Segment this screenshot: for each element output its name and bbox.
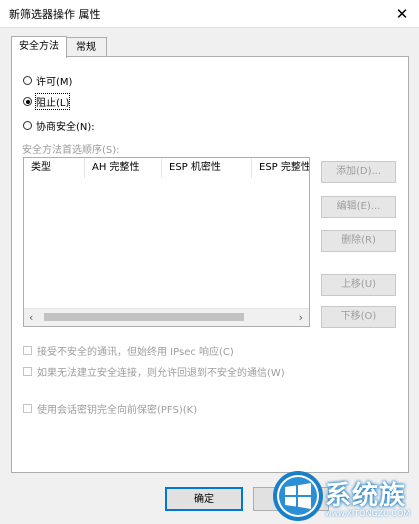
close-icon: ✕: [395, 4, 409, 23]
radio-block[interactable]: 阻止(L): [23, 93, 71, 110]
checkbox-accept-unsecured-label: 接受不安全的通讯，但始终用 IPsec 响应(C): [37, 347, 234, 358]
watermark-url: www.XITONGZU.COM: [325, 509, 411, 518]
radio-block-indicator[interactable]: [23, 97, 32, 106]
window-title: 新筛选器操作 属性: [9, 8, 101, 21]
windows-logo-icon: [273, 471, 323, 521]
title-bar: 新筛选器操作 属性 ✕: [0, 0, 419, 28]
radio-permit-indicator[interactable]: [23, 76, 32, 85]
horizontal-scrollbar[interactable]: ‹ ›: [24, 308, 309, 326]
delete-button[interactable]: 删除(R): [321, 230, 396, 252]
checkbox-allow-fallback[interactable]: 如果无法建立安全连接，则允许回退到不安全的通信(W): [23, 364, 285, 379]
scroll-left-icon[interactable]: ‹: [29, 311, 33, 324]
tab-general[interactable]: 常规: [65, 37, 107, 57]
radio-negotiate[interactable]: 协商安全(N):: [23, 118, 95, 133]
scroll-right-icon[interactable]: ›: [299, 311, 303, 324]
checkbox-accept-unsecured[interactable]: 接受不安全的通讯，但始终用 IPsec 响应(C): [23, 343, 234, 358]
ok-button[interactable]: 确定: [165, 487, 243, 511]
checkbox-allow-fallback-box[interactable]: [23, 367, 32, 376]
radio-permit-label: 许可(M): [36, 77, 73, 88]
move-up-button[interactable]: 上移(U): [321, 274, 396, 296]
security-methods-list[interactable]: 类型 AH 完整性 ESP 机密性 ESP 完整性 ‹ ›: [23, 157, 310, 327]
watermark-logo: 系统族 www.XITONGZU.COM: [272, 468, 419, 524]
security-method-order-label: 安全方法首选顺序(S):: [22, 145, 120, 156]
column-header-esp-integrity[interactable]: ESP 完整性: [252, 158, 309, 178]
scrollbar-thumb[interactable]: [44, 313, 244, 321]
radio-negotiate-indicator[interactable]: [23, 121, 32, 130]
column-header-esp-confidentiality[interactable]: ESP 机密性: [162, 158, 252, 178]
radio-permit[interactable]: 许可(M): [23, 73, 72, 88]
radio-negotiate-label: 协商安全(N):: [36, 122, 95, 133]
radio-block-label: 阻止(L): [34, 93, 71, 110]
column-header-ah-integrity[interactable]: AH 完整性: [85, 158, 162, 178]
edit-button[interactable]: 编辑(E)...: [321, 196, 396, 218]
close-button[interactable]: ✕: [385, 0, 419, 27]
checkbox-pfs-box[interactable]: [23, 404, 32, 413]
tab-panel: 许可(M) 阻止(L) 协商安全(N): 安全方法首选顺序(S): 类型 AH …: [11, 56, 409, 473]
tab-security-methods[interactable]: 安全方法: [11, 36, 67, 58]
add-button[interactable]: 添加(D)...: [321, 161, 396, 183]
column-header-type[interactable]: 类型: [24, 158, 85, 178]
list-header: 类型 AH 完整性 ESP 机密性 ESP 完整性: [24, 158, 309, 178]
checkbox-pfs-label: 使用会话密钥完全向前保密(PFS)(K): [37, 405, 198, 416]
move-down-button[interactable]: 下移(O): [321, 306, 396, 328]
checkbox-accept-unsecured-box[interactable]: [23, 346, 32, 355]
watermark-brand: 系统族: [325, 481, 407, 511]
checkbox-pfs[interactable]: 使用会话密钥完全向前保密(PFS)(K): [23, 401, 197, 416]
checkbox-allow-fallback-label: 如果无法建立安全连接，则允许回退到不安全的通信(W): [37, 368, 285, 379]
